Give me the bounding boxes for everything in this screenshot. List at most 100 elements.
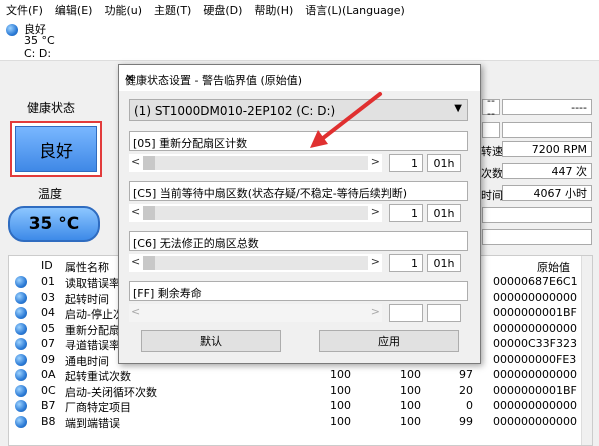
slider-track[interactable]	[143, 156, 368, 170]
table-scrollbar[interactable]	[581, 256, 592, 445]
menu-theme[interactable]: 主题(T)	[148, 2, 197, 18]
group-c6-label: [C6] 无法修正的扇区总数	[133, 237, 259, 250]
cell-threshold: 99	[459, 414, 473, 428]
cell-raw: 0000000001BF	[493, 383, 577, 397]
menu-help[interactable]: 帮助(H)	[248, 2, 299, 18]
close-icon[interactable]: ✕	[125, 72, 472, 85]
cell-id: 03	[41, 290, 55, 304]
status-dot-icon	[15, 276, 27, 288]
status-dot-icon	[15, 322, 27, 335]
rotation-label: 转速	[481, 145, 503, 158]
group-ff-value-input	[389, 304, 423, 322]
table-row[interactable]: 0A 起转重试次数 100 100 97 000000000000	[9, 367, 592, 383]
status-dot-icon	[15, 415, 27, 428]
menu-file[interactable]: 文件(F)	[0, 2, 49, 18]
group-05-value-input[interactable]: 1	[389, 154, 423, 172]
info-blank-1	[482, 122, 500, 138]
cell-raw: 00000C33F323	[493, 337, 577, 350]
cell-current: 100	[330, 399, 351, 412]
cell-id: 0A	[41, 368, 56, 381]
cell-id: 05	[41, 321, 55, 335]
menu-edit[interactable]: 编辑(E)	[49, 2, 99, 18]
menu-disk[interactable]: 硬盘(D)	[197, 2, 248, 18]
slider-track[interactable]	[143, 256, 368, 270]
slider-right-arrow-icon: >	[370, 305, 380, 318]
header-name: 属性名称	[65, 261, 109, 274]
apply-button[interactable]: 应用	[319, 330, 459, 352]
default-button[interactable]: 默认	[141, 330, 281, 352]
drive-temp: 35 °C	[24, 34, 55, 47]
health-status-value: 良好	[15, 126, 97, 172]
group-ff-slider: < >	[129, 304, 382, 322]
slider-left-arrow-icon[interactable]: <	[131, 205, 140, 218]
chevron-down-icon: ▼	[454, 103, 462, 114]
table-row[interactable]: B8 端到端错误 100 100 99 000000000000	[9, 414, 592, 430]
slider-right-arrow-icon[interactable]: >	[371, 255, 380, 268]
header-id: ID	[41, 259, 53, 272]
cell-raw: 000000000000	[493, 290, 577, 304]
slider-thumb[interactable]	[143, 206, 155, 220]
status-dot-icon	[15, 384, 27, 397]
cell-id: 04	[41, 306, 55, 319]
health-dot-icon	[6, 24, 18, 36]
health-status-box[interactable]: 良好	[10, 121, 102, 177]
slider-right-arrow-icon[interactable]: >	[371, 205, 380, 218]
power-hours-value: 4067 小时	[502, 185, 592, 201]
power-count-label: 次数	[481, 167, 503, 180]
cell-id: 07	[41, 337, 55, 350]
cell-raw: 0000000001BF	[493, 306, 577, 319]
table-row[interactable]: 0C 启动-关闭循环次数 100 100 20 0000000001BF	[9, 383, 592, 399]
info-left-value: ----	[482, 94, 500, 120]
drive-status-bar[interactable]: 良好 35 °C C: D:	[0, 20, 599, 61]
power-count-value: 447 次	[502, 163, 592, 179]
cell-id: 01	[41, 275, 55, 288]
cell-raw: 000000000000	[493, 368, 577, 381]
group-05-hex: 01h	[427, 154, 461, 172]
health-status-label: 健康状态	[27, 101, 76, 115]
cell-worst: 100	[400, 368, 421, 381]
slider-left-arrow-icon[interactable]: <	[131, 155, 140, 168]
info-blank-2	[502, 122, 592, 138]
group-c6-slider[interactable]: < >	[129, 254, 382, 272]
cell-id: 09	[41, 352, 55, 366]
cell-raw: 000000000000	[493, 399, 577, 412]
menu-language[interactable]: 语言(L)(Language)	[299, 2, 411, 18]
slider-thumb[interactable]	[143, 156, 155, 170]
status-dot-icon	[15, 338, 27, 350]
rotation-value: 7200 RPM	[502, 141, 592, 157]
group-c6-label-box: [C6] 无法修正的扇区总数	[129, 231, 468, 251]
power-hours-label: 时间	[481, 189, 503, 202]
table-row[interactable]: B7 厂商特定项目 100 100 0 000000000000	[9, 398, 592, 414]
group-c5-slider[interactable]: < >	[129, 204, 382, 222]
cell-raw: 000000000000	[493, 414, 577, 428]
slider-left-arrow-icon[interactable]: <	[131, 255, 140, 268]
annotation-arrow-icon	[310, 92, 382, 148]
slider-thumb[interactable]	[143, 256, 155, 270]
status-dot-icon	[15, 400, 27, 412]
temperature-value: 35 °C	[8, 206, 100, 242]
info-blank-3	[482, 207, 592, 223]
menu-function[interactable]: 功能(u)	[98, 2, 148, 18]
cell-raw: 00000687E6C1	[493, 275, 578, 288]
group-c6-value-input[interactable]: 1	[389, 254, 423, 272]
cell-threshold: 97	[459, 368, 473, 381]
group-c5-value-input[interactable]: 1	[389, 204, 423, 222]
group-05-label: [05] 重新分配扇区计数	[133, 137, 248, 150]
menu-bar: 文件(F) 编辑(E) 功能(u) 主题(T) 硬盘(D) 帮助(H) 语言(L…	[0, 0, 599, 20]
slider-track[interactable]	[143, 206, 368, 220]
drive-letters: C: D:	[24, 47, 52, 60]
cell-name: 端到端错误	[65, 416, 120, 430]
cell-current: 100	[330, 368, 351, 381]
cell-threshold: 0	[466, 399, 473, 412]
group-c5-label: [C5] 当前等待中扇区数(状态存疑/不稳定-等待后续判断)	[133, 187, 408, 200]
group-ff-hex	[427, 304, 461, 322]
group-05-label-box: [05] 重新分配扇区计数	[129, 131, 468, 151]
drive-select[interactable]: (1) ST1000DM010-2EP102 (C: D:) ▼	[129, 99, 468, 121]
cell-id: 0C	[41, 383, 56, 397]
group-c5-hex: 01h	[427, 204, 461, 222]
cell-current: 100	[330, 414, 351, 428]
temperature-label: 温度	[38, 187, 63, 201]
info-right-value: ----	[502, 99, 592, 115]
header-raw: 原始值	[537, 261, 570, 274]
status-dot-icon	[15, 291, 27, 304]
